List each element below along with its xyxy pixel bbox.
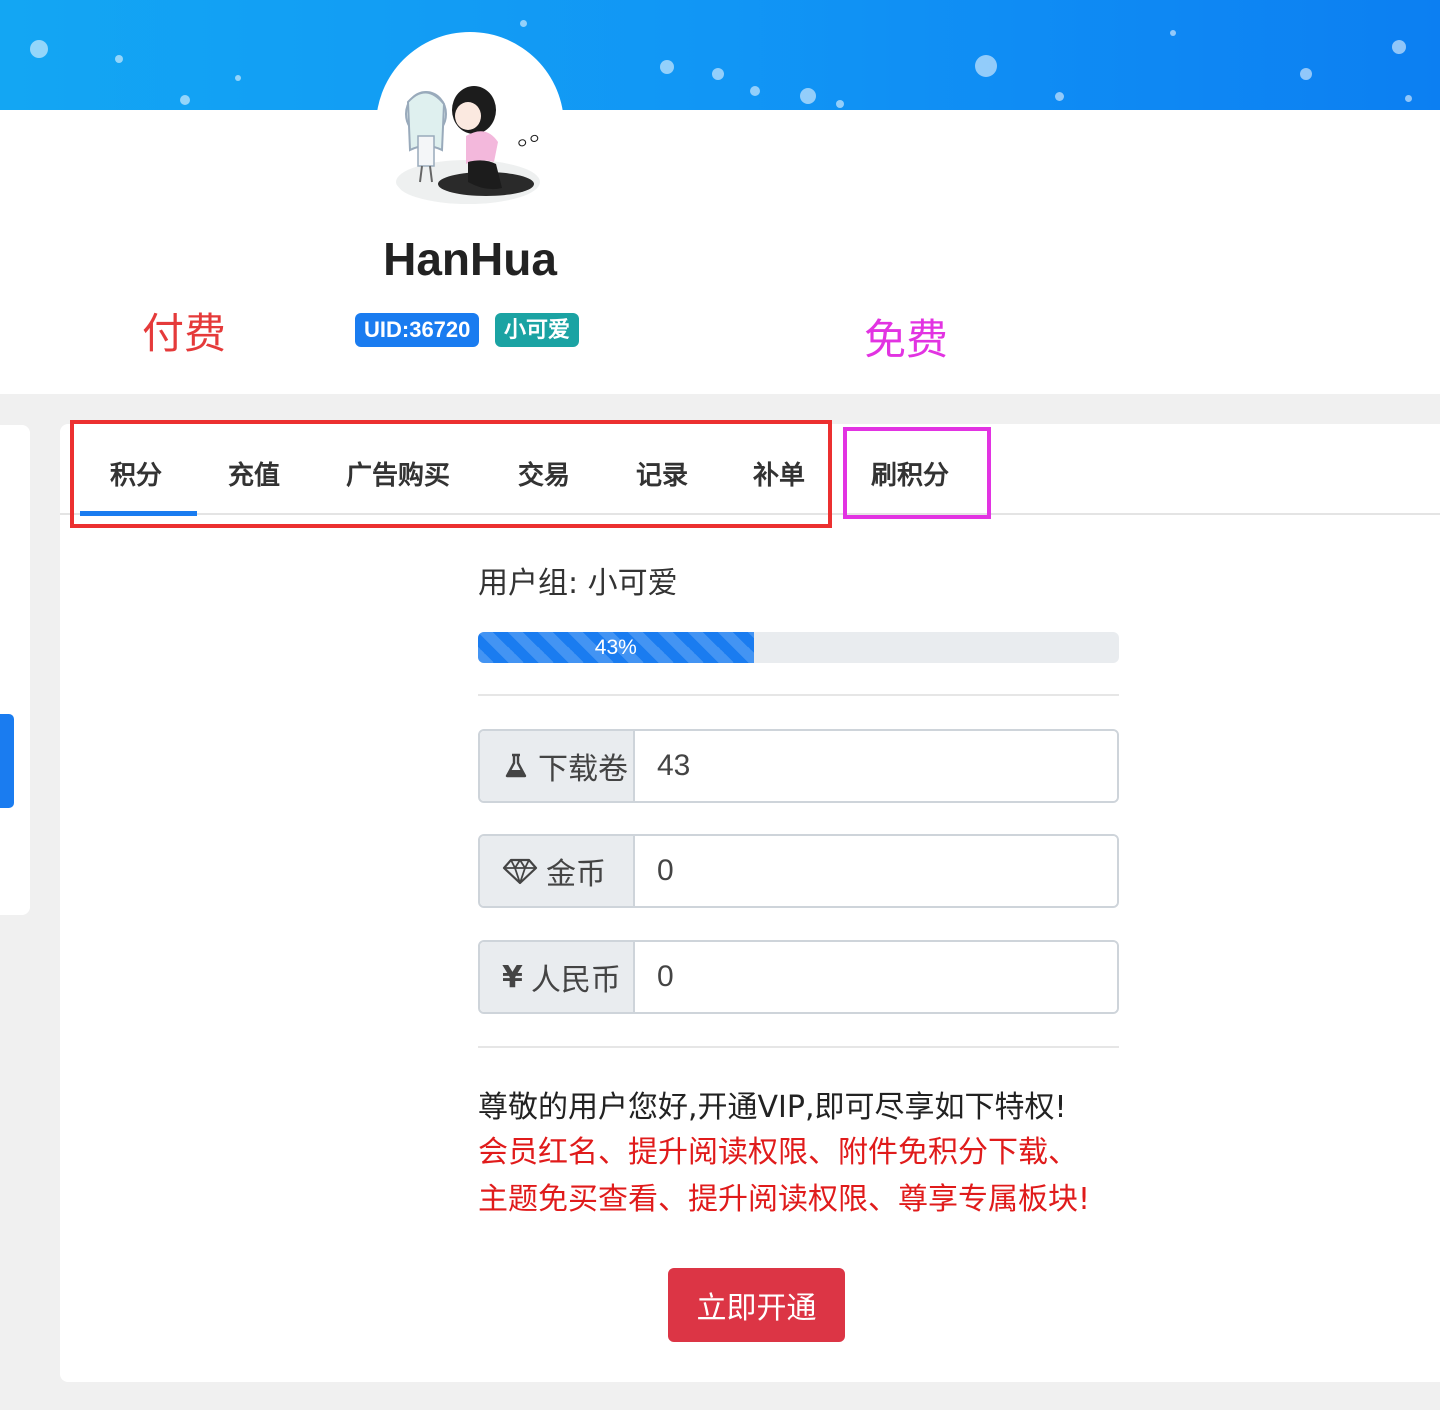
- rmb-label: ¥ 人民币: [480, 942, 635, 1012]
- rmb-field: ¥ 人民币 0: [478, 940, 1119, 1014]
- divider: [478, 694, 1119, 696]
- banner-bubble: [800, 88, 816, 104]
- banner-bubble: [1392, 40, 1406, 54]
- gold-coin-text: 金币: [546, 857, 606, 892]
- vip-intro-text: 尊敬的用户您好,开通VIP,即可尽享如下特权!: [478, 1090, 1067, 1125]
- avatar[interactable]: ㅇㅇ: [376, 32, 564, 220]
- uid-badge: UID:36720: [355, 313, 480, 347]
- gold-coin-label: 金币: [480, 836, 635, 906]
- gold-coin-field: 金币 0: [478, 834, 1119, 908]
- activate-vip-button[interactable]: 立即开通: [668, 1268, 845, 1342]
- download-voucher-label: 下载卷: [480, 731, 635, 801]
- banner-bubble: [712, 68, 724, 80]
- banner-bubble: [1405, 95, 1412, 102]
- banner-bubble: [1170, 30, 1176, 36]
- download-voucher-field: 下载卷 43: [478, 729, 1119, 803]
- banner-bubble: [1300, 68, 1312, 80]
- banner-bubble: [235, 75, 241, 81]
- annotation-free: 免费: [864, 315, 949, 364]
- banner-bubble: [1055, 92, 1064, 101]
- gold-coin-value[interactable]: 0: [635, 836, 1117, 906]
- rmb-value[interactable]: 0: [635, 942, 1117, 1012]
- level-progress-bar: 43%: [478, 632, 1119, 663]
- banner-bubble: [836, 100, 844, 108]
- banner-bubble: [180, 95, 190, 105]
- avatar-illustration: ㅇㅇ: [396, 86, 544, 204]
- banner-bubble: [975, 55, 997, 77]
- diamond-icon: [502, 857, 538, 885]
- level-progress-fill: 43%: [478, 632, 754, 663]
- banner-bubble: [520, 20, 527, 27]
- username: HanHua: [383, 233, 557, 285]
- banner-bubble: [30, 40, 48, 58]
- annotation-free-box: [843, 427, 991, 519]
- download-voucher-value[interactable]: 43: [635, 731, 1117, 801]
- user-group-label: 用户组: 小可爱: [478, 566, 678, 601]
- annotation-paid-box: [70, 420, 832, 528]
- side-card-accent[interactable]: [0, 714, 14, 808]
- annotation-paid: 付费: [142, 309, 227, 358]
- banner-bubble: [115, 55, 123, 63]
- profile-banner: [0, 0, 1440, 112]
- banner-bubble: [750, 86, 760, 96]
- download-voucher-text: 下载卷: [538, 752, 628, 787]
- yen-icon: ¥: [502, 959, 523, 995]
- user-group-badge: 小可爱: [495, 313, 580, 347]
- side-card: [0, 425, 30, 915]
- svg-text:ㅇㅇ: ㅇㅇ: [514, 130, 544, 154]
- rmb-text: 人民币: [530, 963, 621, 998]
- divider: [478, 1046, 1119, 1048]
- vip-perks-text: 会员红名、提升阅读权限、附件免积分下载、主题免买查看、提升阅读权限、尊享专属板块…: [478, 1135, 1091, 1217]
- banner-bubble: [660, 60, 674, 74]
- flask-icon: [502, 752, 530, 780]
